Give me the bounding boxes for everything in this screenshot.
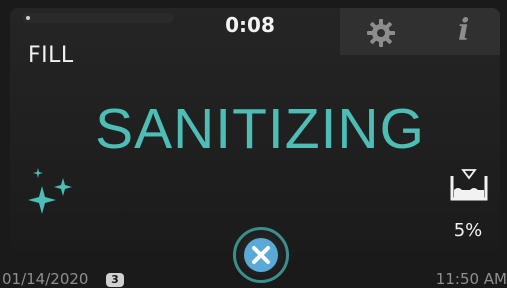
- cycle-timer: 0:08: [225, 13, 275, 37]
- sparkles-icon: [26, 166, 78, 218]
- gear-icon[interactable]: [366, 18, 396, 48]
- info-icon[interactable]: i: [458, 13, 469, 48]
- cancel-button[interactable]: [233, 227, 289, 283]
- footer-date: 01/14/2020: [2, 270, 89, 288]
- water-level-icon: [449, 168, 489, 202]
- cycle-progress-bar: [22, 13, 174, 23]
- cycle-phase-label: FILL: [28, 43, 74, 68]
- top-right-panel: [340, 8, 500, 55]
- progress-indicator: [26, 16, 30, 20]
- notification-badge[interactable]: 3: [106, 273, 124, 287]
- water-level-percent: 5%: [453, 220, 483, 241]
- footer-time: 11:50 AM: [435, 270, 507, 288]
- close-icon: [244, 238, 278, 272]
- cycle-status-title: SANITIZING: [95, 97, 425, 161]
